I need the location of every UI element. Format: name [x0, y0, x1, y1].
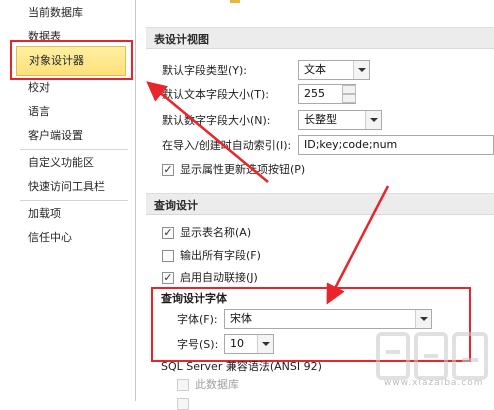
sidebar-item-language[interactable]: 语言: [28, 102, 50, 122]
section-title: 表设计视图: [154, 33, 209, 46]
panel-gutter: [136, 0, 146, 401]
sidebar-item-customize-ribbon[interactable]: 自定义功能区: [28, 153, 94, 173]
chevron-down-icon[interactable]: [353, 61, 369, 79]
this-database-label: 此数据库: [195, 378, 239, 391]
watermark-url: www.xiazaiba.com: [384, 378, 484, 388]
sidebar-divider: [20, 200, 128, 201]
autoindex-input[interactable]: ID;key;code;num: [298, 135, 494, 155]
section-title: 查询设计: [154, 199, 198, 212]
default-number-size-select[interactable]: 长整型: [298, 110, 382, 130]
default-new-db-checkbox[interactable]: [177, 398, 189, 410]
default-number-size-value: 长整型: [304, 113, 337, 126]
show-property-update-label: 显示属性更新选项按钮(P): [180, 163, 306, 176]
chevron-down-icon[interactable]: [365, 111, 381, 129]
default-field-type-select[interactable]: 文本: [298, 60, 370, 80]
autoindex-value: ID;key;code;num: [304, 138, 398, 151]
this-database-checkbox[interactable]: [177, 379, 189, 391]
panel-top-accent: [230, 0, 240, 3]
sql-compat-label: SQL Server 兼容语法(ANSI 92): [161, 360, 322, 373]
section-header-table-design: 表设计视图: [146, 27, 494, 49]
default-text-size-label: 默认文本字段大小(T):: [162, 88, 270, 101]
panel-top-strip: [146, 0, 494, 6]
highlight-box-selected-item: [10, 40, 133, 80]
sidebar-item-trust-center[interactable]: 信任中心: [28, 228, 72, 248]
spin-down-icon[interactable]: [342, 94, 356, 103]
sidebar-item-add-ins[interactable]: 加载项: [28, 204, 61, 224]
sidebar-item-current-database[interactable]: 当前数据库: [28, 3, 83, 23]
show-table-names-label: 显示表名称(A): [180, 226, 252, 239]
autoindex-label: 在导入/创建时自动索引(I):: [162, 139, 292, 152]
spin-up-icon[interactable]: [342, 85, 356, 94]
default-text-size-value: 255: [304, 87, 325, 100]
sidebar-item-client-settings[interactable]: 客户端设置: [28, 126, 83, 146]
default-field-type-value: 文本: [304, 63, 326, 76]
enable-autojoin-label: 启用自动联接(J): [180, 271, 258, 284]
default-field-type-label: 默认字段类型(Y):: [162, 64, 248, 77]
default-number-size-label: 默认数字字段大小(N):: [162, 114, 271, 127]
section-header-query-design: 查询设计: [146, 193, 494, 215]
output-all-fields-label: 输出所有字段(F): [180, 249, 261, 262]
show-property-update-checkbox[interactable]: ✓: [162, 164, 174, 176]
sidebar-item-proofing[interactable]: 校对: [28, 78, 50, 98]
output-all-fields-checkbox[interactable]: [162, 250, 174, 262]
enable-autojoin-checkbox[interactable]: ✓: [162, 272, 174, 284]
sidebar-divider: [20, 149, 128, 150]
sidebar-item-quick-access-toolbar[interactable]: 快速访问工具栏: [28, 177, 105, 197]
show-table-names-checkbox[interactable]: ✓: [162, 227, 174, 239]
